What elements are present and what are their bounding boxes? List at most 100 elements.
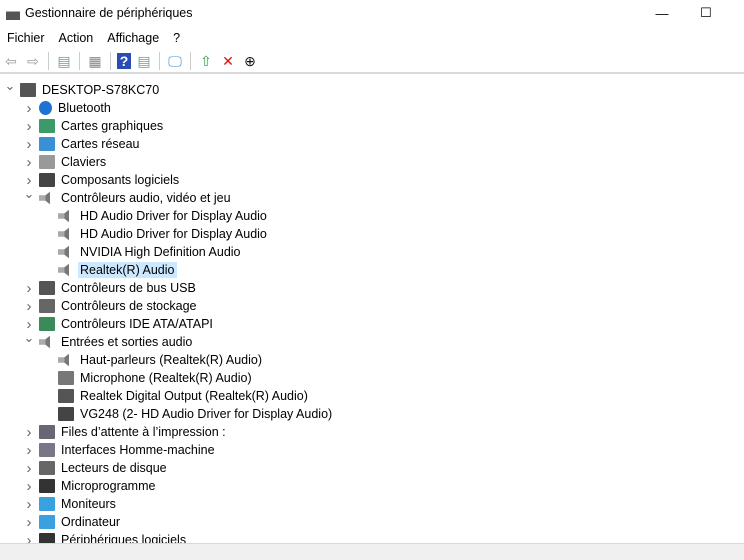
chevron-down-icon[interactable]: ⌄ xyxy=(4,81,16,94)
chevron-right-icon[interactable]: › xyxy=(23,532,35,544)
tree-item[interactable]: › Files d’attente à l’impression : xyxy=(0,423,744,441)
disable-icon[interactable]: ⊕ xyxy=(241,52,259,70)
chevron-down-icon[interactable]: ⌄ xyxy=(23,330,35,346)
toolbar-separator xyxy=(48,52,49,70)
speaker-icon xyxy=(39,191,51,205)
tree-item[interactable]: › Lecteurs de disque xyxy=(0,459,744,477)
window-title: Gestionnaire de périphériques xyxy=(25,6,193,20)
chevron-right-icon[interactable]: › xyxy=(23,136,35,153)
tree-item[interactable]: NVIDIA High Definition Audio xyxy=(0,243,744,261)
disk-drive-icon xyxy=(39,461,55,475)
tree-item-label: Cartes graphiques xyxy=(61,119,164,133)
show-action-pane-icon[interactable]: ▤ xyxy=(135,52,153,70)
tree-item[interactable]: Realtek Digital Output (Realtek(R) Audio… xyxy=(0,387,744,405)
tree-item[interactable]: › Cartes réseau xyxy=(0,135,744,153)
chevron-right-icon[interactable]: › xyxy=(23,298,35,315)
tree-item[interactable]: › Interfaces Homme-machine xyxy=(0,441,744,459)
menu-affichage[interactable]: Affichage xyxy=(102,31,164,45)
computer-monitor-icon xyxy=(39,515,55,529)
tree-item[interactable]: ⌄ Entrées et sorties audio xyxy=(0,330,744,351)
tree-item[interactable]: HD Audio Driver for Display Audio xyxy=(0,207,744,225)
chevron-right-icon[interactable]: › xyxy=(23,442,35,459)
tree-item[interactable]: › Cartes graphiques xyxy=(0,117,744,135)
tree-item-label: Files d’attente à l’impression : xyxy=(61,425,226,439)
tree-item-label: Contrôleurs de stockage xyxy=(61,299,197,313)
properties-icon[interactable]: ▦ xyxy=(86,52,104,70)
speaker-icon xyxy=(39,335,51,349)
tree-item[interactable]: › Bluetooth xyxy=(0,99,744,117)
tree-item[interactable]: ⌄ Contrôleurs audio, vidéo et jeu xyxy=(0,186,744,207)
tree-item[interactable]: › Contrôleurs IDE ATA/ATAPI xyxy=(0,315,744,333)
chevron-right-icon[interactable]: › xyxy=(23,100,35,117)
hid-icon xyxy=(39,443,55,457)
minimize-button[interactable]: — xyxy=(639,0,685,26)
chevron-down-icon[interactable]: ⌄ xyxy=(23,186,35,202)
tree-item-label: HD Audio Driver for Display Audio xyxy=(80,227,267,241)
forward-icon[interactable]: ⇨ xyxy=(24,52,42,70)
tree-item-label: Realtek Digital Output (Realtek(R) Audio… xyxy=(80,389,308,403)
menu-action[interactable]: Action xyxy=(54,31,99,45)
chevron-right-icon[interactable]: › xyxy=(23,514,35,531)
monitor-icon xyxy=(39,497,55,511)
tree-item-label: Entrées et sorties audio xyxy=(61,335,193,349)
back-icon[interactable]: ⇦ xyxy=(2,52,20,70)
tree-item-label: DESKTOP-S78KC70 xyxy=(42,83,160,97)
tree-item[interactable]: › Claviers xyxy=(0,153,744,171)
chevron-right-icon[interactable]: › xyxy=(23,118,35,135)
tree-item-label: Cartes réseau xyxy=(61,137,140,151)
tree-item[interactable]: › Composants logiciels xyxy=(0,171,744,189)
tree-item[interactable]: › Ordinateur xyxy=(0,513,744,531)
tree-item-label: Microphone (Realtek(R) Audio) xyxy=(80,371,252,385)
monitor-icon xyxy=(58,407,74,421)
tree-item[interactable]: HD Audio Driver for Display Audio xyxy=(0,225,744,243)
tree-item-label: Realtek(R) Audio xyxy=(78,262,177,278)
tree-item-label: Contrôleurs audio, vidéo et jeu xyxy=(61,191,231,205)
tree-item[interactable]: › Contrôleurs de stockage xyxy=(0,297,744,315)
help-icon[interactable]: ? xyxy=(117,53,131,69)
tree-item[interactable]: › Périphériques logiciels xyxy=(0,531,744,543)
chevron-right-icon[interactable]: › xyxy=(23,460,35,477)
tree-item[interactable]: › Contrôleurs de bus USB xyxy=(0,279,744,297)
tree-item[interactable]: VG248 (2- HD Audio Driver for Display Au… xyxy=(0,405,744,423)
tree-item-label: Haut-parleurs (Realtek(R) Audio) xyxy=(80,353,263,367)
tree-item[interactable]: Microphone (Realtek(R) Audio) xyxy=(0,369,744,387)
uninstall-icon[interactable]: ✕ xyxy=(219,52,237,70)
tree-item[interactable]: › Moniteurs xyxy=(0,495,744,513)
toolbar-separator xyxy=(79,52,80,70)
maximize-button[interactable]: ☐ xyxy=(683,0,729,26)
tree-item-label: Moniteurs xyxy=(61,497,116,511)
chevron-right-icon[interactable]: › xyxy=(23,478,35,495)
tree-item-label: HD Audio Driver for Display Audio xyxy=(80,209,267,223)
microphone-icon xyxy=(58,371,74,385)
tree-item-label: Bluetooth xyxy=(58,101,111,115)
tree-item-label: Claviers xyxy=(61,155,107,169)
tree-item[interactable]: Realtek(R) Audio xyxy=(0,261,744,279)
tree-item-label: Périphériques logiciels xyxy=(61,533,187,543)
tree-item-label: Microprogramme xyxy=(61,479,156,493)
status-bar xyxy=(0,543,744,560)
chevron-right-icon[interactable]: › xyxy=(23,424,35,441)
tree-item-label: Ordinateur xyxy=(61,515,121,529)
chevron-right-icon[interactable]: › xyxy=(23,280,35,297)
chevron-right-icon[interactable]: › xyxy=(23,154,35,171)
ide-icon xyxy=(39,317,55,331)
display-adapter-icon xyxy=(39,119,55,133)
network-icon xyxy=(39,137,55,151)
menu-help[interactable]: ? xyxy=(168,31,185,45)
device-manager-icon xyxy=(6,6,20,20)
show-hide-console-tree-icon[interactable]: ▤ xyxy=(55,52,73,70)
software-component-icon xyxy=(39,173,55,187)
keyboard-icon xyxy=(39,155,55,169)
tree-item[interactable]: ⌄ DESKTOP-S78KC70 xyxy=(0,81,744,99)
menu-fichier[interactable]: Fichier xyxy=(2,31,50,45)
chevron-right-icon[interactable]: › xyxy=(23,496,35,513)
printer-icon xyxy=(39,425,55,439)
update-driver-icon[interactable]: ⇧ xyxy=(197,52,215,70)
tree-item-label: Interfaces Homme-machine xyxy=(61,443,215,457)
tree-item[interactable]: Haut-parleurs (Realtek(R) Audio) xyxy=(0,351,744,369)
scan-hardware-icon[interactable]: 🖵 xyxy=(166,52,184,70)
usb-icon xyxy=(39,281,55,295)
speaker-icon xyxy=(58,209,70,223)
speaker-icon xyxy=(58,353,70,367)
tree-item[interactable]: › Microprogramme xyxy=(0,477,744,495)
